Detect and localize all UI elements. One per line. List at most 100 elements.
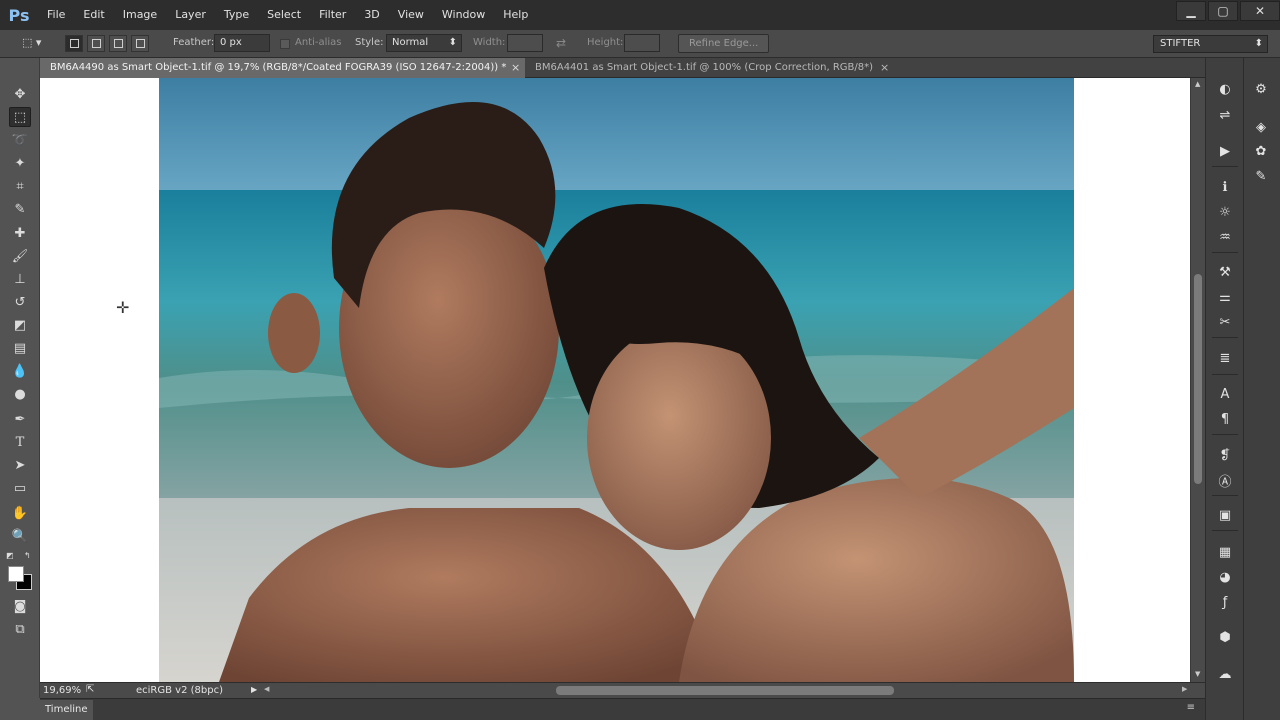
brightness-panel-icon[interactable]: ☼ xyxy=(1212,201,1238,223)
menu-file[interactable]: File xyxy=(38,0,74,30)
menu-type[interactable]: Type xyxy=(215,0,258,30)
eraser-icon[interactable]: ◩ xyxy=(9,315,31,335)
history-brush-icon[interactable]: ↺ xyxy=(9,292,31,312)
tools-settings-icon[interactable]: ✂ xyxy=(1212,311,1238,333)
layer-comps-icon[interactable]: ≣ xyxy=(1212,347,1238,369)
paragraph-styles-icon[interactable]: Ⓐ xyxy=(1212,469,1238,491)
right-panel-dock: ◐ ⇌ ▶ ℹ ☼ ♒ ⚒ ⚌ ✂ ≣ A ¶ ❡ Ⓐ ▣ ▦ ◕ ƒ ⬢ ☁ … xyxy=(1205,58,1280,720)
style-select[interactable]: Normal ⬍ xyxy=(386,34,462,52)
notes-panel-icon[interactable]: ▣ xyxy=(1212,504,1238,526)
status-menu-arrow-icon[interactable]: ▶ xyxy=(251,685,257,694)
tab-document-2[interactable]: BM6A4401 as Smart Object-1.tif @ 100% (C… xyxy=(525,58,895,78)
history-panel-icon[interactable]: ◐ xyxy=(1212,78,1238,100)
scroll-right-icon[interactable]: ▶ xyxy=(1182,685,1187,693)
scroll-left-icon[interactable]: ◀ xyxy=(264,685,269,693)
workspace-select[interactable]: STIFTER ⬍ xyxy=(1153,35,1268,53)
maximize-button[interactable]: ▢ xyxy=(1208,1,1238,21)
color-wheel-panel-icon[interactable]: ⚙ xyxy=(1248,78,1274,100)
layers-panel-icon[interactable]: ◈ xyxy=(1248,116,1274,138)
menu-select[interactable]: Select xyxy=(258,0,310,30)
pen-icon[interactable]: ✒ xyxy=(9,409,31,429)
move-icon[interactable]: ✥ xyxy=(9,84,31,104)
vertical-scrollbar[interactable]: ▲ ▼ xyxy=(1190,78,1205,682)
healing-brush-icon[interactable]: ✚ xyxy=(9,223,31,243)
3d-panel-icon[interactable]: ⬢ xyxy=(1212,626,1238,648)
menu-help[interactable]: Help xyxy=(494,0,537,30)
scroll-down-icon[interactable]: ▼ xyxy=(1195,670,1200,678)
new-selection-icon xyxy=(70,39,79,48)
menu-3d[interactable]: 3D xyxy=(355,0,388,30)
actions-panel-icon[interactable]: ⇌ xyxy=(1212,104,1238,126)
default-colors-icon[interactable]: ◩ xyxy=(6,551,14,560)
tool-presets-icon[interactable]: ⚒ xyxy=(1212,261,1238,283)
feather-input[interactable]: 0 px xyxy=(214,34,270,52)
lasso-icon[interactable]: ➰ xyxy=(9,130,31,150)
gradient-icon[interactable]: ▤ xyxy=(9,338,31,358)
swatches-panel-icon[interactable]: ▦ xyxy=(1212,541,1238,563)
info-panel-icon[interactable]: ℹ xyxy=(1212,176,1238,198)
refine-edge-button[interactable]: Refine Edge... xyxy=(678,34,770,53)
close-icon[interactable]: × xyxy=(511,61,520,74)
workspace-value: STIFTER xyxy=(1160,38,1201,49)
blur-icon[interactable]: 💧 xyxy=(9,361,31,381)
path-selection-icon[interactable]: ➤ xyxy=(9,455,31,475)
character-styles-icon[interactable]: ❡ xyxy=(1212,444,1238,466)
close-button[interactable]: ✕ xyxy=(1240,1,1280,21)
intersect-selection-button[interactable] xyxy=(131,35,149,52)
document-canvas[interactable]: ✛ xyxy=(40,78,1190,682)
timeline-tab[interactable]: Timeline xyxy=(40,700,93,720)
swap-colors-icon[interactable]: ↰ xyxy=(24,551,31,560)
feather-label: Feather: xyxy=(173,37,215,48)
scroll-up-icon[interactable]: ▲ xyxy=(1195,80,1200,88)
quick-mask-icon[interactable]: ◙ xyxy=(9,596,31,616)
crosshair-cursor-icon: ✛ xyxy=(116,298,130,317)
new-selection-button[interactable] xyxy=(65,35,83,52)
export-icon[interactable]: ⇱ xyxy=(86,684,94,695)
menu-image[interactable]: Image xyxy=(114,0,166,30)
minimize-button[interactable]: ▁ xyxy=(1176,1,1206,21)
paths-panel-icon[interactable]: ✎ xyxy=(1248,165,1274,187)
type-icon[interactable]: T xyxy=(9,432,31,452)
subtract-selection-icon xyxy=(114,39,123,48)
styles-panel-icon[interactable]: ƒ xyxy=(1212,591,1238,613)
brush-icon[interactable]: 🖌 xyxy=(9,246,31,266)
height-input[interactable] xyxy=(624,34,660,52)
close-icon[interactable]: × xyxy=(880,61,889,74)
creative-cloud-icon[interactable]: ☁ xyxy=(1212,663,1238,685)
play-panel-icon[interactable]: ▶ xyxy=(1212,140,1238,162)
zoom-level[interactable]: 19,69% xyxy=(43,685,81,696)
window-controls: ▁ ▢ ✕ xyxy=(1174,0,1280,30)
menu-filter[interactable]: Filter xyxy=(310,0,355,30)
foreground-color-swatch[interactable] xyxy=(8,566,24,582)
add-to-selection-button[interactable] xyxy=(87,35,105,52)
character-panel-icon[interactable]: A xyxy=(1212,383,1238,405)
menu-view[interactable]: View xyxy=(389,0,433,30)
rectangle-shape-icon[interactable]: ▭ xyxy=(9,478,31,498)
adjustments-panel-icon[interactable]: ⚌ xyxy=(1212,286,1238,308)
tab-document-1[interactable]: BM6A4490 as Smart Object-1.tif @ 19,7% (… xyxy=(40,58,525,78)
horizontal-scroll-thumb[interactable] xyxy=(556,686,894,695)
histogram-panel-icon[interactable]: ♒ xyxy=(1212,226,1238,248)
zoom-icon[interactable]: 🔍 xyxy=(9,526,31,546)
menu-edit[interactable]: Edit xyxy=(74,0,113,30)
magic-wand-icon[interactable]: ✦ xyxy=(9,153,31,173)
channels-panel-icon[interactable]: ✿ xyxy=(1248,140,1274,162)
screen-mode-icon[interactable]: ⧉ xyxy=(9,619,31,639)
panel-menu-icon[interactable]: ≡ xyxy=(1187,702,1195,713)
subtract-selection-button[interactable] xyxy=(109,35,127,52)
clone-stamp-icon[interactable]: ⊥ xyxy=(9,269,31,289)
width-input[interactable] xyxy=(507,34,543,52)
color-panel-icon[interactable]: ◕ xyxy=(1212,566,1238,588)
vertical-scroll-thumb[interactable] xyxy=(1194,274,1202,484)
dodge-icon[interactable]: ● xyxy=(9,384,31,404)
hand-icon[interactable]: ✋ xyxy=(9,503,31,523)
crop-icon[interactable]: ⌗ xyxy=(9,176,31,196)
paragraph-panel-icon[interactable]: ¶ xyxy=(1212,408,1238,430)
eyedropper-icon[interactable]: ✎ xyxy=(9,199,31,219)
swap-dimensions-icon[interactable]: ⇄ xyxy=(556,36,566,50)
menu-window[interactable]: Window xyxy=(433,0,494,30)
rectangular-marquee-icon[interactable]: ⬚ xyxy=(9,107,31,127)
antialias-checkbox[interactable] xyxy=(280,39,290,49)
tool-preset-picker[interactable]: ⬚ ▾ xyxy=(22,36,52,52)
menu-layer[interactable]: Layer xyxy=(166,0,215,30)
